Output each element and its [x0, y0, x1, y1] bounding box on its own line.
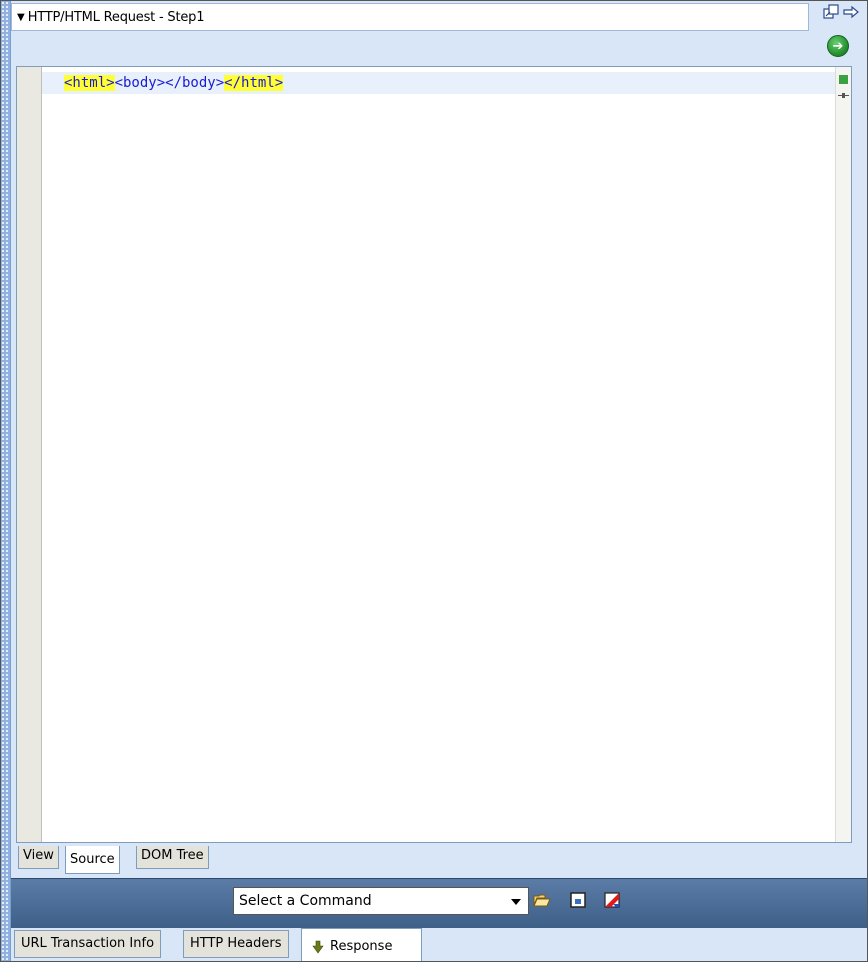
undock-icon[interactable] [823, 4, 839, 20]
tab-response[interactable]: Response [301, 928, 422, 961]
bottom-tabs: URL Transaction Info HTTP Headers Respon… [11, 928, 867, 961]
request-panel: ▼ HTTP/HTML Request - Step1 ➔ <html><bod… [0, 0, 868, 962]
editor-gutter [17, 67, 42, 842]
arrow-right-icon[interactable] [843, 4, 859, 20]
code-line-1[interactable]: <html><body></body></html> [64, 73, 284, 93]
open-folder-icon[interactable] [533, 891, 551, 909]
save-icon[interactable] [569, 891, 587, 909]
tab-url-transaction-info[interactable]: URL Transaction Info [14, 930, 162, 958]
body-tags: <body></body> [114, 75, 225, 91]
html-open-tag: <html> [64, 75, 115, 91]
green-go-icon[interactable]: ➔ [827, 35, 849, 57]
clear-icon[interactable] [603, 891, 621, 909]
leaf-down-icon [312, 940, 324, 954]
caret-marker-head [842, 93, 845, 98]
error-stripe [835, 67, 851, 842]
dock-handle-strip[interactable] [1, 1, 11, 961]
tab-response-label: Response [330, 939, 393, 954]
panel-title: HTTP/HTML Request - Step1 [27, 9, 205, 25]
command-select-value: Select a Command [239, 893, 372, 909]
command-toolbar: Select a Command [11, 878, 867, 929]
tab-source[interactable]: Source [65, 846, 120, 874]
tab-http-headers[interactable]: HTTP Headers [183, 930, 289, 958]
chevron-down-icon[interactable] [511, 899, 521, 905]
source-editor[interactable]: <html><body></body></html> [16, 66, 852, 843]
status-ok-mark[interactable] [839, 75, 848, 84]
html-close-tag: </html> [224, 75, 284, 91]
command-select[interactable]: Select a Command [233, 887, 529, 915]
view-tabs: View Source DOM Tree [16, 842, 852, 874]
collapse-triangle-icon[interactable]: ▼ [17, 12, 25, 23]
title-icons [823, 4, 859, 20]
panel-titlebar: ▼ HTTP/HTML Request - Step1 [11, 3, 809, 31]
tab-dom-tree[interactable]: DOM Tree [136, 846, 209, 869]
tab-view[interactable]: View [18, 846, 59, 869]
